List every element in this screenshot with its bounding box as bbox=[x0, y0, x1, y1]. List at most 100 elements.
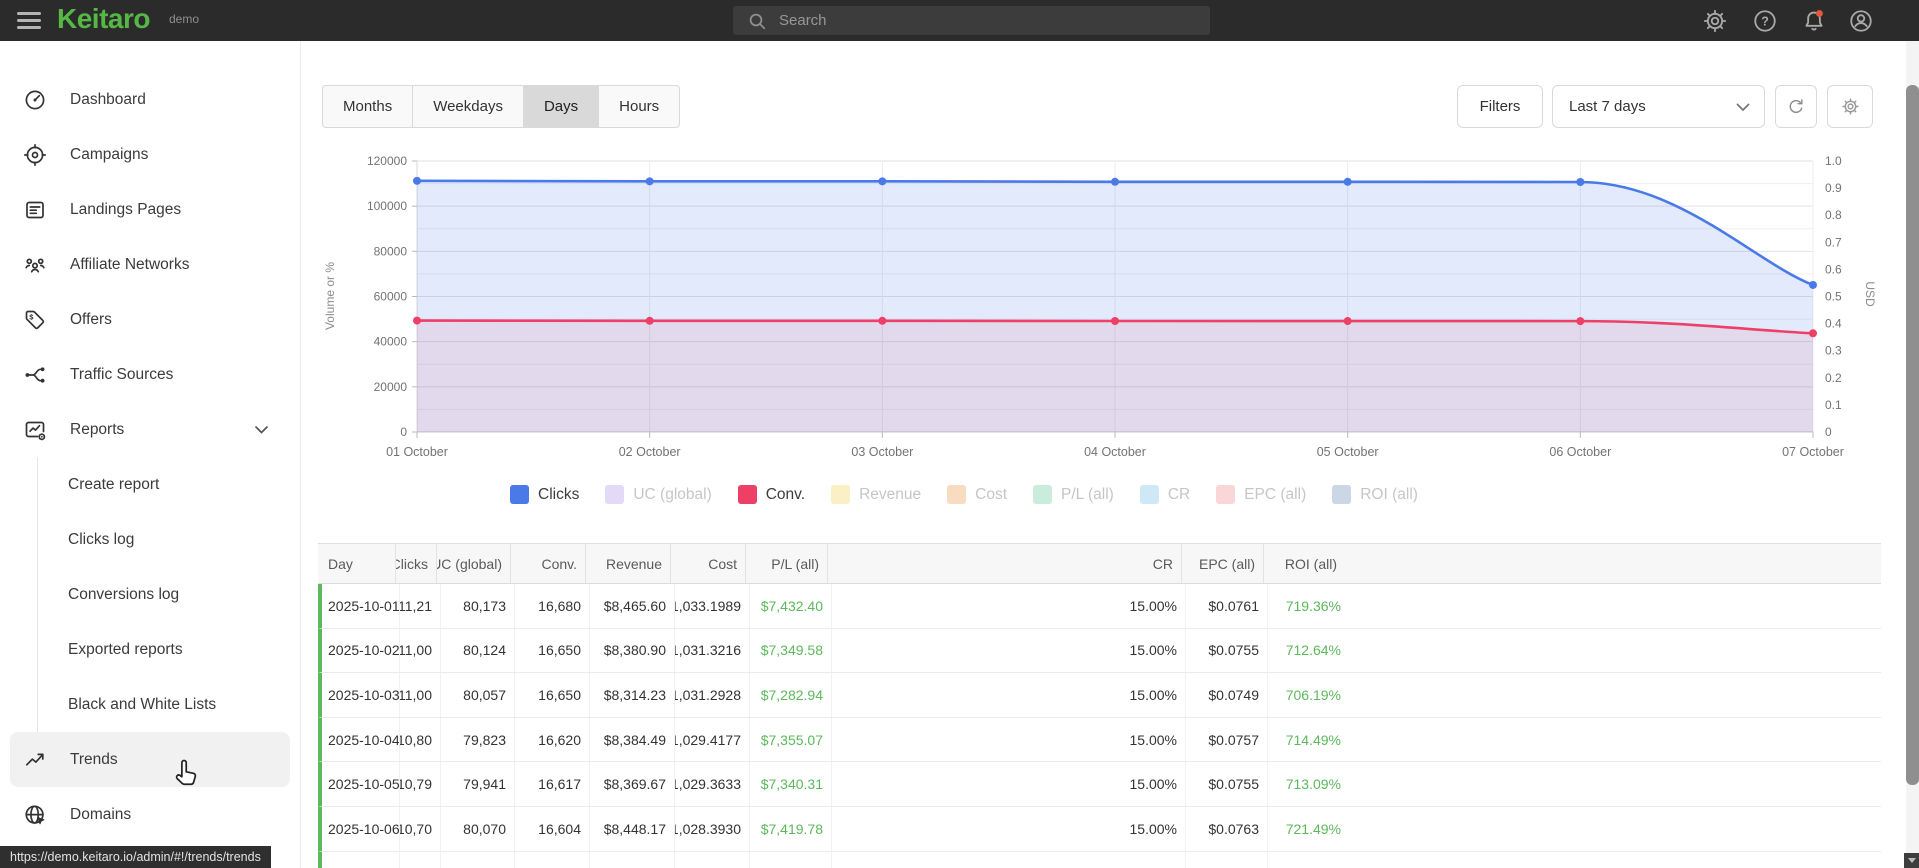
cell-revenue: $8,380.90 bbox=[590, 628, 675, 673]
legend-item-clicks[interactable]: Clicks bbox=[510, 485, 579, 504]
legend-swatch bbox=[1332, 485, 1352, 504]
cell-p-l-all: $3,798.62 bbox=[750, 851, 832, 868]
tab-weekdays[interactable]: Weekdays bbox=[413, 86, 524, 127]
refresh-button[interactable] bbox=[1775, 85, 1817, 128]
cell-cr: 15.00% bbox=[832, 628, 1186, 673]
cell-cr: 15.00% bbox=[832, 851, 1186, 868]
svg-text:0.8: 0.8 bbox=[1825, 208, 1842, 222]
svg-text:01 October: 01 October bbox=[386, 445, 448, 459]
sidebar-item-trends[interactable]: Trends bbox=[10, 732, 290, 787]
cell-uc-global: 80,070 bbox=[441, 806, 515, 851]
sidebar-item-label: Trends bbox=[70, 750, 118, 768]
tab-days[interactable]: Days bbox=[523, 86, 600, 127]
sidebar-item-label: Campaigns bbox=[70, 145, 149, 163]
cell-clicks: 111,00 bbox=[400, 628, 441, 673]
legend-item-cr[interactable]: CR bbox=[1139, 485, 1190, 504]
trends-line-chart: 01 October 02 October 03 October 04 October… bbox=[323, 154, 1877, 459]
column-header-roi-all: ROI (all) bbox=[1284, 555, 1337, 572]
filters-button[interactable]: Filters bbox=[1457, 85, 1543, 128]
legend-item-cost[interactable]: Cost bbox=[947, 485, 1007, 504]
cell-conv: 16,650 bbox=[515, 673, 590, 717]
legend-item-conv[interactable]: Conv. bbox=[737, 485, 806, 504]
table-row: 2025-10-03111,0080,05716,650$8,314.23$1,… bbox=[318, 673, 1881, 718]
sidebar-item-domains[interactable]: Domains bbox=[0, 787, 300, 842]
legend-item-revenue[interactable]: Revenue bbox=[831, 485, 921, 504]
svg-text:$: $ bbox=[29, 312, 34, 321]
cell-day: 2025-10-07 bbox=[322, 851, 400, 868]
svg-text:04 October: 04 October bbox=[1084, 445, 1146, 459]
svg-text:20000: 20000 bbox=[374, 380, 408, 394]
sidebar-item-clicks-log[interactable]: Clicks log bbox=[38, 512, 300, 567]
legend-label: Conv. bbox=[765, 485, 806, 503]
domains-icon bbox=[23, 803, 47, 827]
cell-revenue: $4,316.31 bbox=[590, 851, 675, 868]
hamburger-menu-icon[interactable] bbox=[17, 9, 41, 32]
reports-icon bbox=[23, 418, 47, 442]
page-scrollbar[interactable] bbox=[1906, 41, 1919, 868]
sidebar-item-label: Conversions log bbox=[68, 585, 180, 603]
table-row: 2025-10-06110,7080,07016,604$8,448.17$1,… bbox=[318, 806, 1881, 852]
tab-hours[interactable]: Hours bbox=[599, 86, 679, 127]
cell-day: 2025-10-06 bbox=[322, 806, 400, 851]
sidebar-item-landings-pages[interactable]: Landings Pages bbox=[0, 182, 300, 237]
search-input[interactable] bbox=[777, 11, 1181, 30]
svg-text:0.6: 0.6 bbox=[1825, 262, 1842, 276]
sidebar-item-campaigns[interactable]: Campaigns bbox=[0, 127, 300, 182]
cell-p-l-all: $7,340.31 bbox=[750, 762, 832, 806]
cell-filler bbox=[1349, 807, 1881, 851]
cell-p-l-all: $7,349.58 bbox=[750, 628, 832, 673]
tab-months[interactable]: Months bbox=[323, 86, 414, 127]
sidebar-item-dashboard[interactable]: Dashboard bbox=[0, 72, 300, 127]
svg-text:100000: 100000 bbox=[367, 199, 407, 213]
legend-swatch bbox=[1216, 485, 1236, 504]
column-header-filler bbox=[1345, 544, 1881, 583]
sidebar-item-label: Create report bbox=[68, 475, 160, 493]
cell-uc-global: 79,941 bbox=[441, 762, 515, 806]
offers-icon: $ bbox=[23, 308, 47, 332]
sidebar-item-create-report[interactable]: Create report bbox=[38, 457, 300, 512]
legend-label: P/L (all) bbox=[1061, 485, 1114, 503]
help-icon[interactable]: ? bbox=[1752, 8, 1778, 34]
column-header-epc-all: EPC (all) bbox=[1182, 544, 1264, 583]
legend-label: ROI (all) bbox=[1360, 485, 1418, 503]
sidebar-item-exported-reports[interactable]: Exported reports bbox=[38, 622, 300, 677]
sidebar-item-conversions-log[interactable]: Conversions log bbox=[38, 567, 300, 622]
cell-uc-global: 80,057 bbox=[441, 673, 515, 717]
cell-epc-all: $0.0763 bbox=[1186, 806, 1268, 851]
refresh-icon bbox=[1786, 97, 1806, 117]
sidebar-item-offers[interactable]: $ Offers bbox=[0, 292, 300, 347]
notifications-bell-icon[interactable] bbox=[1801, 8, 1827, 34]
sidebar-item-label: Reports bbox=[70, 420, 125, 438]
sidebar-item-affiliate-networks[interactable]: Affiliate Networks bbox=[0, 237, 300, 292]
sidebar-item-traffic-sources[interactable]: Traffic Sources bbox=[0, 347, 300, 402]
legend-item-epc-all[interactable]: EPC (all) bbox=[1216, 485, 1306, 504]
traffic-sources-icon bbox=[23, 363, 47, 387]
sidebar-item-black-and-white-lists[interactable]: Black and White Lists bbox=[38, 677, 300, 732]
scrollbar-thumb[interactable] bbox=[1906, 85, 1919, 785]
user-account-icon[interactable] bbox=[1848, 8, 1874, 34]
sidebar-item-reports[interactable]: Reports bbox=[0, 402, 300, 457]
cell-filler bbox=[1349, 629, 1881, 673]
legend-item-uc-global[interactable]: UC (global) bbox=[605, 485, 712, 504]
global-search[interactable] bbox=[733, 6, 1210, 35]
cell-filler bbox=[1349, 718, 1881, 762]
svg-text:0.7: 0.7 bbox=[1825, 235, 1842, 249]
campaigns-icon bbox=[23, 143, 47, 167]
date-range-select[interactable]: Last 7 days bbox=[1552, 85, 1765, 128]
cell-conv: 16,620 bbox=[515, 717, 590, 762]
notification-badge bbox=[1815, 9, 1823, 17]
column-header-conv: Conv. bbox=[511, 544, 586, 583]
legend-item-roi-all[interactable]: ROI (all) bbox=[1332, 485, 1418, 504]
link-preview-url: https://demo.keitaro.io/admin/#!/trends/… bbox=[10, 850, 261, 864]
settings-gear-icon[interactable] bbox=[1702, 8, 1728, 34]
table-row: 2025-10-01111,2180,17316,680$8,465.60$1,… bbox=[318, 584, 1881, 629]
legend-item-p-l-all[interactable]: P/L (all) bbox=[1033, 485, 1114, 504]
chart-settings-button[interactable] bbox=[1827, 85, 1873, 128]
sidebar-item-label: Domains bbox=[70, 805, 132, 823]
cell-roi-all: 712.64% bbox=[1285, 642, 1341, 659]
cell-epc-all: $0.0749 bbox=[1186, 673, 1268, 717]
cell-roi-all: 719.36% bbox=[1285, 597, 1341, 614]
legend-swatch bbox=[1033, 485, 1052, 504]
table-row: 2025-10-05110,7979,94116,617$8,369.67$1,… bbox=[318, 762, 1881, 807]
legend-label: UC (global) bbox=[633, 485, 712, 503]
